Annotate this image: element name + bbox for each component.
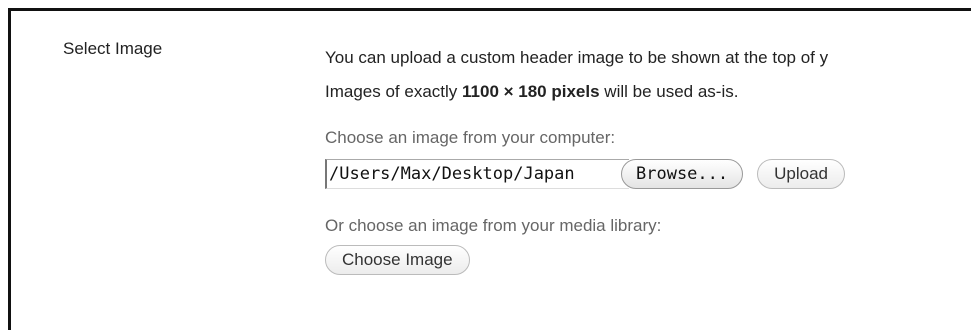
settings-panel: Select Image You can upload a custom hea… [8,8,971,330]
upload-button[interactable]: Upload [757,159,845,189]
size-requirement: Images of exactly 1100 × 180 pixels will… [325,75,971,109]
size-text-prefix: Images of exactly [325,82,463,101]
upload-description: You can upload a custom header image to … [325,41,971,75]
size-text-suffix: will be used as-is. [599,82,739,101]
size-dimensions: 1100 × 180 pixels [462,82,600,101]
select-image-label: Select Image [63,39,163,58]
media-library-hint: Or choose an image from your media libra… [325,216,662,235]
choose-image-button[interactable]: Choose Image [325,245,470,275]
select-image-content: You can upload a custom header image to … [325,41,971,275]
description-line-1: You can upload a custom header image to … [325,48,829,67]
computer-upload-hint: Choose an image from your computer: [325,128,616,147]
file-path-field[interactable]: /Users/Max/Desktop/Japan [325,159,629,189]
choose-image-row: Choose Image [325,245,971,275]
browse-button[interactable]: Browse... [621,159,744,189]
file-upload-row: /Users/Max/Desktop/Japan Browse... Uploa… [325,157,971,191]
